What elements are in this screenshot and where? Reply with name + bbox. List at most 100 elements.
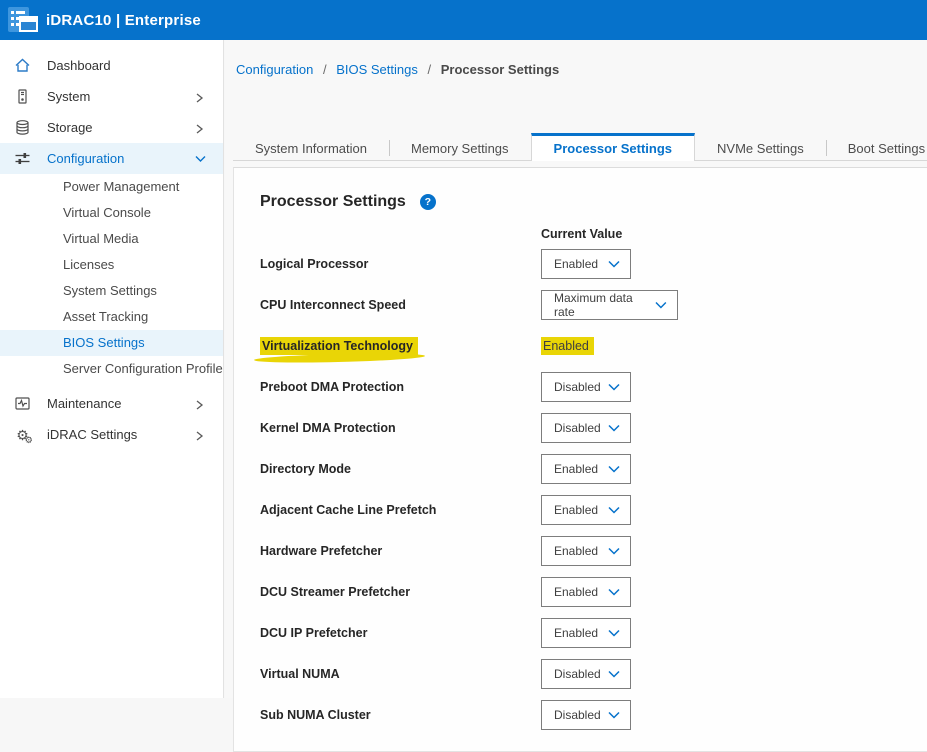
cpu-interconnect-speed-dropdown[interactable]: Maximum data rate xyxy=(541,290,678,320)
sidebar-item-label: Storage xyxy=(47,120,195,135)
setting-label: CPU Interconnect Speed xyxy=(260,298,541,312)
sidebar-subitem-asset-tracking[interactable]: Asset Tracking xyxy=(0,304,223,330)
dropdown-value: Disabled xyxy=(554,421,601,435)
setting-row: DCU IP Prefetcher Enabled xyxy=(260,618,927,648)
page-title-row: Processor Settings ? xyxy=(260,193,927,211)
hardware-prefetcher-dropdown[interactable]: Enabled xyxy=(541,536,631,566)
setting-label: Preboot DMA Protection xyxy=(260,380,541,394)
pulse-chart-icon xyxy=(14,395,31,412)
setting-label: Virtualization Technology xyxy=(260,337,541,355)
adjacent-cache-line-prefetch-dropdown[interactable]: Enabled xyxy=(541,495,631,525)
chevron-down-icon xyxy=(608,506,620,514)
breadcrumb-link-configuration[interactable]: Configuration xyxy=(236,62,313,77)
sidebar-item-label: System xyxy=(47,89,195,104)
bios-settings-tabs: System Information Memory Settings Proce… xyxy=(233,133,927,161)
yellow-highlight-annotation: Virtualization Technology xyxy=(260,337,418,355)
dropdown-value: Enabled xyxy=(554,585,598,599)
chevron-right-icon xyxy=(195,400,205,408)
setting-label: Virtual NUMA xyxy=(260,667,541,681)
setting-label: Sub NUMA Cluster xyxy=(260,708,541,722)
setting-row: Adjacent Cache Line Prefetch Enabled xyxy=(260,495,927,525)
setting-row: Kernel DMA Protection Disabled xyxy=(260,413,927,443)
setting-label: Logical Processor xyxy=(260,257,541,271)
sliders-icon xyxy=(14,150,31,167)
setting-label: DCU IP Prefetcher xyxy=(260,626,541,640)
yellow-highlight-annotation: Enabled xyxy=(541,337,594,355)
dropdown-value: Disabled xyxy=(554,708,601,722)
app-header: iDRAC10 | Enterprise xyxy=(0,0,927,40)
chevron-down-icon xyxy=(195,155,205,163)
chevron-down-icon xyxy=(608,629,620,637)
tab-system-information[interactable]: System Information xyxy=(233,136,389,160)
sidebar-item-storage[interactable]: Storage xyxy=(0,112,223,143)
setting-label: Hardware Prefetcher xyxy=(260,544,541,558)
sidebar-item-idrac-settings[interactable]: ⚙⚙ iDRAC Settings xyxy=(0,419,223,450)
processor-settings-panel: Processor Settings ? Current Value Logic… xyxy=(233,167,927,752)
sub-numa-cluster-dropdown[interactable]: Disabled xyxy=(541,700,631,730)
sidebar-item-configuration[interactable]: Configuration xyxy=(0,143,223,174)
chevron-right-icon xyxy=(195,93,205,101)
sidebar-item-label: Dashboard xyxy=(47,58,209,73)
chevron-down-icon xyxy=(608,588,620,596)
home-icon xyxy=(14,57,31,74)
chevron-down-icon xyxy=(608,711,620,719)
sidebar-item-dashboard[interactable]: Dashboard xyxy=(0,50,223,81)
dcu-streamer-prefetcher-dropdown[interactable]: Enabled xyxy=(541,577,631,607)
sidebar-subitem-virtual-console[interactable]: Virtual Console xyxy=(0,200,223,226)
setting-row: Hardware Prefetcher Enabled xyxy=(260,536,927,566)
setting-label: Kernel DMA Protection xyxy=(260,421,541,435)
breadcrumb-separator: / xyxy=(323,62,327,77)
dropdown-value: Enabled xyxy=(554,626,598,640)
chevron-down-icon xyxy=(608,260,620,268)
setting-row: DCU Streamer Prefetcher Enabled xyxy=(260,577,927,607)
virtualization-technology-value: Enabled xyxy=(541,339,594,353)
chevron-down-icon xyxy=(608,383,620,391)
chevron-right-icon xyxy=(195,431,205,439)
setting-row: Sub NUMA Cluster Disabled xyxy=(260,700,927,730)
breadcrumb-link-bios-settings[interactable]: BIOS Settings xyxy=(336,62,418,77)
breadcrumb: Configuration / BIOS Settings / Processo… xyxy=(225,40,927,77)
app-title: iDRAC10 | Enterprise xyxy=(46,12,201,29)
server-icon xyxy=(14,88,31,105)
preboot-dma-protection-dropdown[interactable]: Disabled xyxy=(541,372,631,402)
dropdown-value: Enabled xyxy=(554,503,598,517)
tab-boot-settings[interactable]: Boot Settings xyxy=(826,136,927,160)
dcu-ip-prefetcher-dropdown[interactable]: Enabled xyxy=(541,618,631,648)
logical-processor-dropdown[interactable]: Enabled xyxy=(541,249,631,279)
current-value-column-header: Current Value xyxy=(541,227,927,242)
setting-row: CPU Interconnect Speed Maximum data rate xyxy=(260,290,927,320)
setting-label: Adjacent Cache Line Prefetch xyxy=(260,503,541,517)
setting-row: Virtual NUMA Disabled xyxy=(260,659,927,689)
tab-processor-settings[interactable]: Processor Settings xyxy=(531,133,696,161)
sidebar-nav: Dashboard System Storage xyxy=(0,40,224,698)
dropdown-value: Enabled xyxy=(554,544,598,558)
sidebar-subitem-bios-settings[interactable]: BIOS Settings xyxy=(0,330,223,356)
page-title: Processor Settings xyxy=(260,193,406,211)
chevron-right-icon xyxy=(195,124,205,132)
sidebar-item-system[interactable]: System xyxy=(0,81,223,112)
dropdown-value: Disabled xyxy=(554,667,601,681)
sidebar-item-maintenance[interactable]: Maintenance xyxy=(0,388,223,419)
sidebar-item-label: Configuration xyxy=(47,151,195,166)
breadcrumb-current: Processor Settings xyxy=(441,62,560,77)
virtual-numa-dropdown[interactable]: Disabled xyxy=(541,659,631,689)
sidebar-subitem-licenses[interactable]: Licenses xyxy=(0,252,223,278)
sidebar-subitem-virtual-media[interactable]: Virtual Media xyxy=(0,226,223,252)
chevron-down-icon xyxy=(608,465,620,473)
help-icon[interactable]: ? xyxy=(420,194,436,210)
storage-icon xyxy=(14,119,31,136)
sidebar-subitem-server-configuration-profile[interactable]: Server Configuration Profile xyxy=(0,356,223,382)
gears-icon: ⚙⚙ xyxy=(14,426,31,443)
tab-nvme-settings[interactable]: NVMe Settings xyxy=(695,136,826,160)
sidebar-subitem-power-management[interactable]: Power Management xyxy=(0,174,223,200)
dropdown-value: Disabled xyxy=(554,380,601,394)
tab-memory-settings[interactable]: Memory Settings xyxy=(389,136,531,160)
setting-row-virtualization-technology: Virtualization Technology Enabled xyxy=(260,331,927,361)
setting-label: Directory Mode xyxy=(260,462,541,476)
main-content: Configuration / BIOS Settings / Processo… xyxy=(225,40,927,698)
setting-row: Preboot DMA Protection Disabled xyxy=(260,372,927,402)
idrac-logo-icon xyxy=(8,6,38,34)
directory-mode-dropdown[interactable]: Enabled xyxy=(541,454,631,484)
sidebar-subitem-system-settings[interactable]: System Settings xyxy=(0,278,223,304)
kernel-dma-protection-dropdown[interactable]: Disabled xyxy=(541,413,631,443)
